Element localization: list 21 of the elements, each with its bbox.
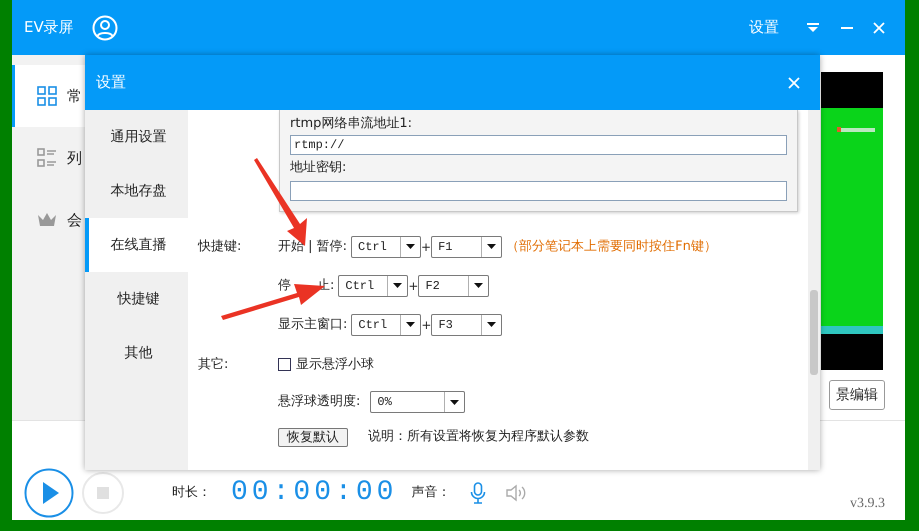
plus-sign: + <box>421 238 432 256</box>
section-label: 快捷键: <box>198 238 242 256</box>
hint-text: （部分笔记本上需要同时按住Fn键） <box>506 238 717 256</box>
section-label: 其它: <box>198 356 230 374</box>
key-label: 地址密钥: <box>290 159 348 177</box>
url-label: rtmp网络串流地址1: <box>290 115 414 133</box>
dialog-title: 设置 <box>96 72 126 94</box>
sidebar-label: 列 <box>67 148 82 169</box>
sound-label: 声音： <box>411 484 450 502</box>
plus-sign: + <box>408 278 418 294</box>
checkbox-label: 显示悬浮小球 <box>296 356 374 374</box>
duration-label: 时长： <box>172 484 211 502</box>
opacity-label: 悬浮球透明度: <box>278 393 360 412</box>
hotkey-label: 显示主窗口: <box>278 316 348 334</box>
version-label: v3.9.3 <box>850 495 885 513</box>
reset-note: 说明：所有设置将恢复为程序默认参数 <box>368 428 589 446</box>
duration-clock: 00:00:00 <box>231 478 398 506</box>
sidebar-label: 常 <box>67 86 82 107</box>
app-title: EV录屏 <box>24 17 74 38</box>
plus-sign: + <box>421 316 432 334</box>
sidebar-label: 会 <box>67 210 82 231</box>
